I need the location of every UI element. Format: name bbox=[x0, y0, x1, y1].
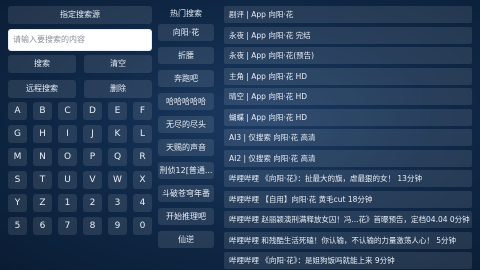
hot-search-item[interactable]: 奔跑吧 bbox=[158, 70, 214, 87]
key-m[interactable]: M bbox=[8, 148, 27, 166]
key-j[interactable]: J bbox=[83, 125, 102, 143]
result-item[interactable]: 哔哩哔哩 《向阳·花》：扯最大的旗，虐最狠的女！ 13分钟 bbox=[224, 170, 472, 187]
key-q[interactable]: Q bbox=[108, 148, 127, 166]
search-button[interactable]: 搜索 bbox=[8, 55, 76, 73]
result-item[interactable]: 永夜 | App 向阳·花(预告) bbox=[224, 47, 472, 64]
key-i[interactable]: I bbox=[58, 125, 77, 143]
key-d[interactable]: D bbox=[83, 102, 102, 120]
key-o[interactable]: O bbox=[58, 148, 77, 166]
key-8[interactable]: 8 bbox=[83, 217, 102, 235]
key-v[interactable]: V bbox=[83, 171, 102, 189]
source-select-button[interactable]: 指定搜索源 bbox=[8, 6, 152, 24]
search-input[interactable]: 请输入要搜索的内容 bbox=[8, 29, 152, 51]
key-g[interactable]: G bbox=[8, 125, 27, 143]
result-item[interactable]: 哔哩哔哩 赵丽颖演刑满释放女囚！冯...花》首曝预告，定档04.04 0分钟 bbox=[224, 211, 472, 228]
hot-search-item[interactable]: 无尽的尽头 bbox=[158, 116, 214, 133]
result-item[interactable]: 剧评 | App 向阳·花 bbox=[224, 6, 472, 23]
key-f[interactable]: F bbox=[133, 102, 152, 120]
key-5[interactable]: 5 bbox=[8, 217, 27, 235]
hot-search-item[interactable]: 天赐的声音 bbox=[158, 139, 214, 156]
result-item[interactable]: 蝴蝶 | App 向阳·花 HD bbox=[224, 108, 472, 126]
hot-search-item[interactable]: 哈哈哈哈哈 bbox=[158, 93, 214, 110]
key-s[interactable]: S bbox=[8, 171, 27, 189]
key-u[interactable]: U bbox=[58, 171, 77, 189]
hot-search-item[interactable]: 仙逆 bbox=[158, 231, 214, 248]
key-k[interactable]: K bbox=[108, 125, 127, 143]
key-4[interactable]: 4 bbox=[133, 194, 152, 212]
key-0[interactable]: 0 bbox=[133, 217, 152, 235]
result-item[interactable]: 永夜 | App 向阳·花 完结 bbox=[224, 26, 472, 44]
key-6[interactable]: 6 bbox=[33, 217, 52, 235]
hot-search-title: 热门搜索 bbox=[170, 9, 202, 18]
key-b[interactable]: B bbox=[33, 102, 52, 120]
left-panel: 指定搜索源 请输入要搜索的内容 搜索 清空 远程搜索 删除 ABCDEF GHIJ… bbox=[8, 6, 152, 266]
delete-button[interactable]: 删除 bbox=[84, 80, 152, 98]
key-p[interactable]: P bbox=[83, 148, 102, 166]
result-item[interactable]: 哔哩哔哩 《向阳·花》：是姐狗饭吗就能上来 9分钟 bbox=[224, 252, 472, 269]
key-9[interactable]: 9 bbox=[108, 217, 127, 235]
hot-search-item[interactable]: 刑侦12[普通... bbox=[158, 162, 214, 179]
key-w[interactable]: W bbox=[108, 171, 127, 189]
key-y[interactable]: Y bbox=[8, 194, 27, 212]
clear-button[interactable]: 清空 bbox=[84, 55, 152, 73]
key-z[interactable]: Z bbox=[33, 194, 52, 212]
key-x[interactable]: X bbox=[133, 171, 152, 189]
key-2[interactable]: 2 bbox=[83, 194, 102, 212]
hot-search-item[interactable]: 向阳·花 bbox=[158, 24, 214, 41]
key-r[interactable]: R bbox=[133, 148, 152, 166]
hot-search-item[interactable]: 折腰 bbox=[158, 47, 214, 64]
key-1[interactable]: 1 bbox=[58, 194, 77, 212]
result-item[interactable]: 主角 | App 向阳·花 HD bbox=[224, 67, 472, 85]
hot-search-item[interactable]: 斗破苍穹年番 bbox=[158, 185, 214, 202]
key-l[interactable]: L bbox=[133, 125, 152, 143]
key-a[interactable]: A bbox=[8, 102, 27, 120]
result-item[interactable]: 哔哩哔哩 【自用】向阳·花 黄毛cut 18分钟 bbox=[224, 190, 472, 208]
key-3[interactable]: 3 bbox=[108, 194, 127, 212]
result-item[interactable]: 晴空 | App 向阳·花 HD bbox=[224, 88, 472, 105]
key-e[interactable]: E bbox=[108, 102, 127, 120]
result-item[interactable]: 哔哩哔哩 和残酷生活死磕！你认输，不认输的力量激荡人心！ 5分钟 bbox=[224, 231, 472, 249]
key-c[interactable]: C bbox=[58, 102, 77, 120]
key-7[interactable]: 7 bbox=[58, 217, 77, 235]
result-item[interactable]: AI2 | 仅搜索 向阳·花 高清 bbox=[224, 149, 472, 167]
key-n[interactable]: N bbox=[33, 148, 52, 166]
hot-search-item[interactable]: 开始推理吧 bbox=[158, 208, 214, 225]
key-t[interactable]: T bbox=[33, 171, 52, 189]
result-item[interactable]: AI3 | 仅搜索 向阳·花 高清 bbox=[224, 129, 472, 146]
remote-search-button[interactable]: 远程搜索 bbox=[8, 80, 76, 98]
key-h[interactable]: H bbox=[33, 125, 52, 143]
